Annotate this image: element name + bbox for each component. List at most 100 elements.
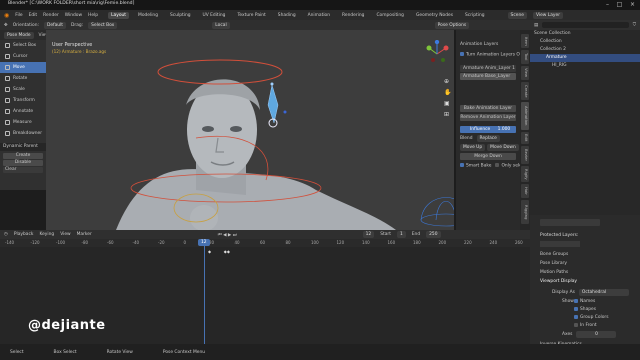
outliner-row-collection-2[interactable]: Collection 2 — [530, 46, 640, 54]
view-layer-selector[interactable]: View Layer — [532, 11, 563, 19]
menu-edit[interactable]: Edit — [29, 13, 38, 18]
pan-hand-icon[interactable]: ✋ — [444, 87, 451, 98]
workspace-tab-scripting[interactable]: Scripting — [462, 12, 488, 19]
blend-dropdown[interactable]: Replace — [476, 135, 500, 142]
tab-rigify[interactable]: Rigify — [521, 166, 529, 182]
npanel-title[interactable]: Animation Layers — [460, 42, 498, 47]
tool-move[interactable]: Move — [0, 62, 46, 73]
bake-layer-button[interactable]: Bake Animation Layer — [460, 105, 516, 112]
section-bone-groups[interactable]: Bone Groups — [540, 251, 568, 259]
outliner-row-hi-rig[interactable]: HI_RIG — [530, 62, 640, 70]
workspace-tab-shading[interactable]: Shading — [275, 12, 299, 19]
workspace-tab-rendering[interactable]: Rendering — [339, 12, 367, 19]
workspace-tab-uv-editing[interactable]: UV Editing — [200, 12, 229, 19]
remove-layer-button[interactable]: Remove Animation Layer — [460, 114, 516, 121]
influence-slider[interactable]: Influence 1.000 — [460, 126, 516, 133]
tab-hair[interactable]: Hair — [521, 184, 529, 198]
dp-clear-dropdown[interactable]: Clear — [3, 167, 43, 173]
properties-search-input[interactable] — [540, 219, 600, 226]
tool-breakdowner[interactable]: Breakdowner — [0, 128, 46, 139]
protected-layers-grid[interactable] — [540, 241, 580, 247]
outliner-row-collection[interactable]: Collection — [530, 38, 640, 46]
workspace-tab-modeling[interactable]: Modeling — [135, 12, 161, 19]
menu-playback[interactable]: Playback — [14, 232, 34, 237]
grid-icon[interactable]: ⊞ — [444, 109, 451, 120]
section-viewport-display[interactable]: Viewport Display — [540, 278, 577, 286]
outliner-display-icon[interactable]: ▤ — [534, 23, 538, 28]
dp-create-button[interactable]: Create — [3, 153, 43, 159]
display-as-dropdown[interactable]: Octahedral — [578, 289, 629, 296]
menu-help[interactable]: Help — [88, 13, 98, 18]
blender-logo-icon[interactable]: ◉ — [4, 12, 9, 19]
tab-item[interactable]: Item — [521, 34, 529, 48]
smart-bake-toggle[interactable]: Smart Bake — [460, 163, 491, 169]
navigation-gizmo[interactable] — [424, 40, 450, 70]
playhead[interactable]: 12 — [197, 239, 210, 344]
dp-disable-button[interactable]: Disable — [3, 160, 43, 166]
outliner-row-armature[interactable]: Armature — [530, 54, 640, 62]
tool-rotate[interactable]: Rotate — [0, 73, 46, 84]
workspace-tab-texture-paint[interactable]: Texture Paint — [234, 12, 268, 19]
menu-keying[interactable]: Keying — [39, 232, 54, 237]
tab-edit[interactable]: Edit — [521, 132, 529, 144]
scene-selector[interactable]: Scene — [507, 11, 527, 19]
mode-dropdown[interactable]: Pose Mode — [4, 31, 34, 39]
workspace-tab-compositing[interactable]: Compositing — [373, 12, 407, 19]
menu-view-timeline[interactable]: View — [60, 232, 70, 237]
pose-options-button[interactable]: Pose Options — [434, 21, 470, 29]
merge-down-button[interactable]: Merge Down — [460, 153, 516, 160]
axes-field[interactable]: 0 — [576, 331, 617, 338]
menu-window[interactable]: Window — [65, 13, 82, 18]
transform-orientation-dropdown[interactable]: Local — [212, 21, 230, 29]
drag-dropdown[interactable]: Select Box — [88, 21, 118, 29]
dynamic-parent-header[interactable]: Dynamic Parent — [0, 143, 46, 151]
show-shapes-toggle[interactable]: Shapes — [574, 306, 596, 314]
camera-icon[interactable]: ▣ — [444, 98, 451, 109]
section-motion-paths[interactable]: Motion Paths — [540, 269, 568, 277]
tab-bezier[interactable]: Bezier — [521, 146, 529, 164]
menu-file[interactable]: File — [15, 13, 22, 18]
move-down-button[interactable]: Move Down — [487, 144, 519, 151]
current-frame-field[interactable]: 12 — [362, 231, 375, 238]
tool-measure[interactable]: Measure — [0, 117, 46, 128]
maximize-icon[interactable]: □ — [615, 1, 624, 8]
keyframe-markers[interactable]: ◆ ◆◆ — [208, 249, 230, 254]
tool-scale[interactable]: Scale — [0, 84, 46, 95]
tab-tool[interactable]: Tool — [521, 50, 529, 64]
move-up-button[interactable]: Move Up — [460, 144, 486, 151]
show-in-front-toggle[interactable]: In Front — [574, 322, 597, 330]
timeline-editor-type-icon[interactable]: ◷ — [4, 232, 8, 237]
filter-icon[interactable]: ⛉ — [633, 22, 640, 28]
start-frame-field[interactable]: 1 — [396, 231, 406, 238]
workspace-tab-layout[interactable]: Layout — [108, 11, 130, 19]
turn-on-layers-toggle[interactable]: Turn Animation Layers On — [460, 52, 523, 58]
orientation-dropdown[interactable]: Default — [43, 21, 67, 29]
show-group-colors-toggle[interactable]: Group Colors — [574, 314, 609, 322]
tab-create[interactable]: Create — [521, 82, 529, 100]
timeline-ruler[interactable]: -140 -120 -100 -80 -60 -40 -20 0 20 40 60 80 100 120 1… — [0, 239, 530, 247]
tool-annotate[interactable]: Annotate — [0, 106, 46, 117]
tab-view[interactable]: View — [521, 66, 529, 80]
tool-transform[interactable]: Transform — [0, 95, 46, 106]
menu-marker[interactable]: Marker — [77, 232, 92, 237]
end-frame-field[interactable]: 250 — [426, 231, 441, 238]
workspace-tab-animation[interactable]: Animation — [305, 12, 333, 19]
tool-cursor[interactable]: Cursor — [0, 51, 46, 62]
minimize-icon[interactable]: – — [603, 1, 612, 8]
section-pose-library[interactable]: Pose Library — [540, 260, 567, 268]
tab-animation[interactable]: Animation — [521, 102, 529, 130]
menu-render[interactable]: Render — [43, 13, 59, 18]
tab-rigging[interactable]: Rigging — [521, 200, 529, 224]
tool-select-box[interactable]: Select Box — [0, 40, 46, 51]
outliner-search-input[interactable] — [542, 22, 629, 28]
workspace-tab-geometry-nodes[interactable]: Geometry Nodes — [413, 12, 456, 19]
anim-layer-item[interactable]: Armature Anim_Layer 1 — [460, 65, 516, 72]
zoom-icon[interactable]: ⊕ — [444, 76, 451, 87]
playback-controls[interactable]: ⏮ ◀ ▶ ⏭ — [218, 232, 237, 238]
outliner-row-scene-collection[interactable]: Scene Collection — [530, 30, 640, 38]
show-names-toggle[interactable]: Names — [574, 298, 595, 306]
3d-viewport[interactable]: User Perspective (12) Armature : Brazo.a… — [46, 30, 454, 230]
close-icon[interactable]: × — [628, 1, 637, 8]
workspace-tab-sculpting[interactable]: Sculpting — [167, 12, 194, 19]
anim-layer-item-selected[interactable]: Armature Base_Layer — [460, 73, 516, 80]
